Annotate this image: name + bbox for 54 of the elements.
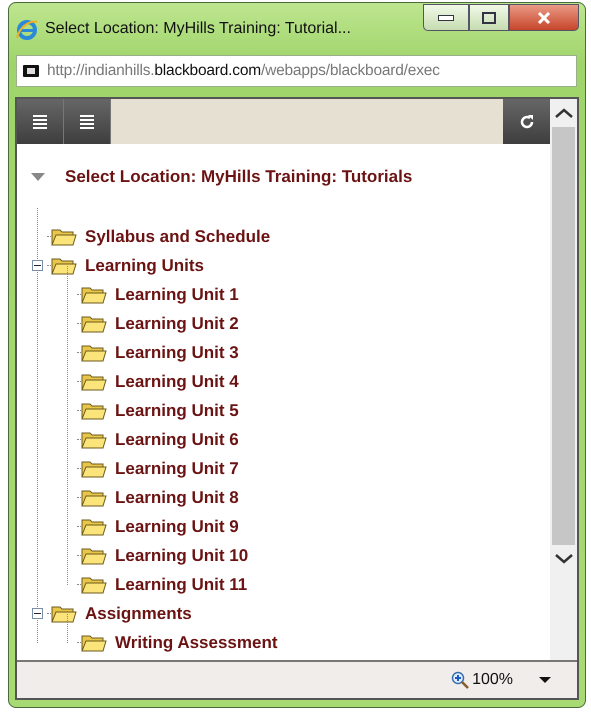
folder-icon (81, 372, 107, 392)
zoom-button[interactable]: 100% (451, 671, 513, 689)
zoom-in-icon (451, 671, 470, 689)
dropdown-caret-icon[interactable] (539, 677, 551, 683)
folder-icon (51, 256, 77, 276)
list-icon (79, 114, 95, 130)
address-bar[interactable]: http://indianhills.blackboard.com/webapps/blackboard/exec (16, 55, 577, 87)
browser-logo-icon (15, 18, 39, 42)
tree-item[interactable]: Assignments (85, 604, 192, 624)
list-icon (32, 114, 48, 130)
tree-item[interactable]: Learning Unit 7 (115, 458, 239, 478)
folder-icon (81, 400, 107, 420)
tree-item[interactable]: Learning Unit 3 (115, 342, 239, 362)
refresh-button[interactable] (503, 99, 550, 144)
tree-item[interactable]: Learning Unit 10 (115, 546, 248, 566)
minimize-icon (438, 14, 454, 20)
maximize-button[interactable] (469, 4, 509, 31)
window-title: Select Location: MyHills Training: Tutorial... (45, 20, 351, 38)
folder-icon (81, 458, 107, 478)
close-icon (537, 12, 551, 24)
tree-item[interactable]: Learning Unit 11 (115, 574, 248, 594)
folder-icon (81, 516, 107, 536)
tree-item[interactable]: Learning Unit 4 (115, 372, 239, 392)
folder-icon (81, 574, 107, 594)
tree-item[interactable]: Learning Unit 9 (115, 516, 239, 536)
folder-icon (81, 342, 107, 362)
folder-icon (81, 284, 107, 304)
collapse-triangle-icon[interactable] (31, 173, 45, 181)
menu-button[interactable] (17, 99, 64, 144)
folder-icon (51, 226, 77, 246)
tree-item[interactable]: Writing Assessment (115, 632, 278, 652)
tree-item[interactable]: Learning Unit 8 (115, 488, 239, 508)
tree-item[interactable]: Learning Units (85, 256, 204, 276)
folder-icon (81, 546, 107, 566)
folder-icon (81, 632, 107, 652)
folder-icon (81, 430, 107, 450)
tree-item[interactable]: Learning Unit 5 (115, 400, 239, 420)
site-icon (23, 65, 39, 77)
folder-icon (81, 314, 107, 334)
folder-icon (81, 488, 107, 508)
url-text: http://indianhills.blackboard.com/webapps/blackboard/exec (47, 62, 440, 80)
tree-item[interactable]: Learning Unit 6 (115, 430, 239, 450)
tree-item[interactable]: Syllabus and Schedule (85, 226, 270, 246)
location-heading: Select Location: MyHills Training: Tutorials (65, 167, 412, 187)
tree-item[interactable]: Learning Unit 2 (115, 314, 239, 334)
collapse-icon[interactable] (32, 260, 42, 271)
maximize-icon (482, 12, 496, 24)
minimize-button[interactable] (423, 4, 469, 31)
refresh-icon (518, 112, 536, 130)
close-button[interactable] (509, 4, 579, 31)
collapse-icon[interactable] (32, 608, 42, 619)
folder-icon (51, 604, 77, 624)
tree-item[interactable]: Learning Unit 1 (115, 284, 239, 304)
menu-button[interactable] (64, 99, 111, 144)
